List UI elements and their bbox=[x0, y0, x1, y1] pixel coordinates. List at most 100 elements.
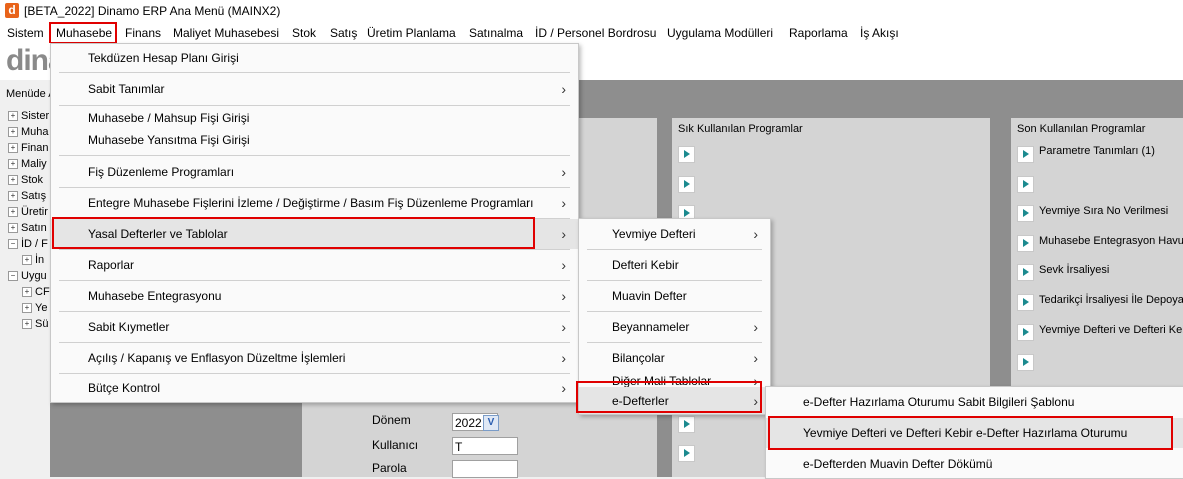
frequent-programs-title: Sık Kullanılan Programlar bbox=[678, 123, 803, 135]
menu-item-entegre-fisler[interactable]: Entegre Muhasebe Fişlerini İzleme / Deği… bbox=[51, 188, 578, 218]
chevron-right-icon: › bbox=[561, 288, 566, 304]
expand-icon[interactable]: + bbox=[8, 143, 18, 154]
menu-item-fis-duzenleme[interactable]: Fiş Düzenleme Programları › bbox=[51, 157, 578, 187]
expand-icon[interactable]: + bbox=[22, 319, 32, 330]
chevron-right-icon: › bbox=[561, 350, 566, 366]
user-field[interactable]: T bbox=[452, 437, 518, 455]
tree-item[interactable]: − Uygu bbox=[8, 270, 47, 284]
recent-program-label[interactable]: Sevk İrsaliyesi bbox=[1039, 264, 1109, 276]
tree-item[interactable]: + Satış bbox=[8, 190, 46, 204]
menu-raporlama[interactable]: Raporlama bbox=[789, 26, 848, 40]
menu-item-edefter-sablonu[interactable]: e-Defter Hazırlama Oturumu Sabit Bilgile… bbox=[766, 387, 1183, 417]
menu-item-sabit-kiymetler[interactable]: Sabit Kıymetler › bbox=[51, 312, 578, 342]
play-arrow-icon[interactable] bbox=[1017, 205, 1034, 222]
expand-icon[interactable]: + bbox=[8, 127, 18, 138]
expand-icon[interactable]: + bbox=[8, 111, 18, 122]
menu-item-muhasebe-entegrasyonu[interactable]: Muhasebe Entegrasyonu › bbox=[51, 281, 578, 311]
menu-satinalma[interactable]: Satınalma bbox=[469, 26, 523, 40]
play-arrow-icon[interactable] bbox=[1017, 294, 1034, 311]
play-arrow-icon[interactable] bbox=[1017, 176, 1034, 193]
menu-item-muavin-defter-dokumu[interactable]: e-Defterden Muavin Defter Dökümü bbox=[766, 449, 1183, 478]
play-arrow-icon[interactable] bbox=[678, 146, 695, 163]
collapse-icon[interactable]: − bbox=[8, 239, 18, 250]
menu-muhasebe[interactable]: Muhasebe bbox=[56, 26, 112, 40]
menu-item-defteri-kebir[interactable]: Defteri Kebir bbox=[579, 250, 770, 280]
menu-id-personel-bordrosu[interactable]: İD / Personel Bordrosu bbox=[535, 26, 656, 40]
tree-item[interactable]: − İD / F bbox=[8, 238, 48, 252]
menu-item-sabit-tanimlar[interactable]: Sabit Tanımlar › bbox=[51, 73, 578, 104]
menu-item-beyannameler[interactable]: Beyannameler › bbox=[579, 312, 770, 342]
menu-item-mahsup-fisi-girisi[interactable]: Muhasebe / Mahsup Fişi Girişi bbox=[51, 107, 578, 129]
menu-sistem[interactable]: Sistem bbox=[7, 26, 44, 40]
chevron-right-icon: › bbox=[753, 319, 758, 335]
menu-separator bbox=[59, 155, 570, 156]
expand-icon[interactable]: + bbox=[22, 255, 32, 266]
chevron-right-icon: › bbox=[753, 392, 758, 409]
chevron-right-icon: › bbox=[561, 226, 566, 242]
chevron-right-icon: › bbox=[561, 257, 566, 273]
play-arrow-icon[interactable] bbox=[1017, 235, 1034, 252]
menu-uretim-planlama[interactable]: Üretim Planlama bbox=[367, 26, 456, 40]
expand-icon[interactable]: + bbox=[8, 159, 18, 170]
tree-item[interactable]: + Üretir bbox=[8, 206, 48, 220]
menu-item-edefter-hazirlama-oturumu[interactable]: Yevmiye Defteri ve Defteri Kebir e-Defte… bbox=[766, 418, 1183, 448]
tree-item[interactable]: + İn bbox=[22, 254, 44, 268]
play-arrow-icon[interactable] bbox=[678, 445, 695, 462]
chevron-right-icon: › bbox=[561, 380, 566, 396]
tree-item[interactable]: + Ye bbox=[22, 302, 47, 316]
chevron-right-icon: › bbox=[561, 195, 566, 211]
menu-uygulama-modulleri[interactable]: Uygulama Modülleri bbox=[667, 26, 773, 40]
play-arrow-icon[interactable] bbox=[678, 416, 695, 433]
recent-program-label[interactable]: Yevmiye Defteri ve Defteri Keb bbox=[1039, 324, 1183, 336]
menu-finans[interactable]: Finans bbox=[125, 26, 161, 40]
expand-icon[interactable]: + bbox=[8, 191, 18, 202]
recent-program-label[interactable]: Parametre Tanımları (1) bbox=[1039, 145, 1155, 157]
play-arrow-icon[interactable] bbox=[678, 176, 695, 193]
menu-item-e-defterler[interactable]: e-Defterler › bbox=[579, 387, 770, 414]
recent-program-label[interactable]: Muhasebe Entegrasyon Havuz bbox=[1039, 235, 1183, 247]
tree-item[interactable]: + Sü bbox=[22, 318, 48, 332]
menu-item-tekduzen-hesap-plani[interactable]: Tekdüzen Hesap Planı Girişi bbox=[51, 44, 578, 71]
play-arrow-icon[interactable] bbox=[1017, 354, 1034, 371]
expand-icon[interactable]: + bbox=[8, 207, 18, 218]
tree-item[interactable]: + Maliy bbox=[8, 158, 47, 172]
play-arrow-icon[interactable] bbox=[1017, 264, 1034, 281]
menu-item-acilis-kapanis[interactable]: Açılış / Kapanış ve Enflasyon Düzeltme İ… bbox=[51, 343, 578, 373]
chevron-right-icon: › bbox=[561, 164, 566, 180]
tree-item[interactable]: + Sister bbox=[8, 110, 49, 124]
menu-item-butce-kontrol[interactable]: Bütçe Kontrol › bbox=[51, 374, 578, 402]
tree-item[interactable]: + Stok bbox=[8, 174, 43, 188]
menu-item-yansitma-fisi-girisi[interactable]: Muhasebe Yansıtma Fişi Girişi bbox=[51, 129, 578, 151]
expand-icon[interactable]: + bbox=[8, 223, 18, 234]
muhasebe-dropdown: Tekdüzen Hesap Planı Girişi Sabit Tanıml… bbox=[50, 43, 579, 403]
play-arrow-icon[interactable] bbox=[1017, 146, 1034, 163]
play-arrow-icon[interactable] bbox=[1017, 324, 1034, 341]
chevron-down-icon[interactable]: V bbox=[483, 415, 499, 431]
tree-item[interactable]: + Muha bbox=[8, 126, 49, 140]
tree-item[interactable]: + Satın bbox=[8, 222, 47, 236]
collapse-icon[interactable]: − bbox=[8, 271, 18, 282]
menu-item-raporlar[interactable]: Raporlar › bbox=[51, 250, 578, 280]
expand-icon[interactable]: + bbox=[22, 303, 32, 314]
menu-is-akisi[interactable]: İş Akışı bbox=[860, 26, 899, 40]
recent-programs-title: Son Kullanılan Programlar bbox=[1017, 123, 1146, 135]
yasal-defterler-submenu: Yevmiye Defteri › Defteri Kebir Muavin De… bbox=[578, 218, 771, 415]
menu-item-bilancolar[interactable]: Bilançolar › bbox=[579, 343, 770, 373]
recent-program-label[interactable]: Yevmiye Sıra No Verilmesi bbox=[1039, 205, 1168, 217]
menu-bar: Sistem Muhasebe Finans Maliyet Muhasebes… bbox=[0, 22, 1183, 44]
expand-icon[interactable]: + bbox=[22, 287, 32, 298]
menu-item-muavin-defter[interactable]: Muavin Defter bbox=[579, 281, 770, 311]
menu-item-yevmiye-defteri[interactable]: Yevmiye Defteri › bbox=[579, 219, 770, 249]
password-field[interactable] bbox=[452, 460, 518, 478]
menu-stok[interactable]: Stok bbox=[292, 26, 316, 40]
tree-item[interactable]: + CF bbox=[22, 286, 50, 300]
menu-item-yasal-defterler[interactable]: Yasal Defterler ve Tablolar › bbox=[51, 219, 578, 249]
chevron-right-icon: › bbox=[753, 226, 758, 242]
menu-satis[interactable]: Satış bbox=[330, 26, 357, 40]
recent-program-label[interactable]: Tedarikçi İrsaliyesi İle Depoya bbox=[1039, 294, 1183, 306]
menu-maliyet-muhasebesi[interactable]: Maliyet Muhasebesi bbox=[173, 26, 279, 40]
window-title: [BETA_2022] Dinamo ERP Ana Menü (MAINX2) bbox=[24, 4, 281, 18]
tree-item[interactable]: + Finan bbox=[8, 142, 49, 156]
expand-icon[interactable]: + bbox=[8, 175, 18, 186]
user-label: Kullanıcı bbox=[372, 438, 419, 452]
